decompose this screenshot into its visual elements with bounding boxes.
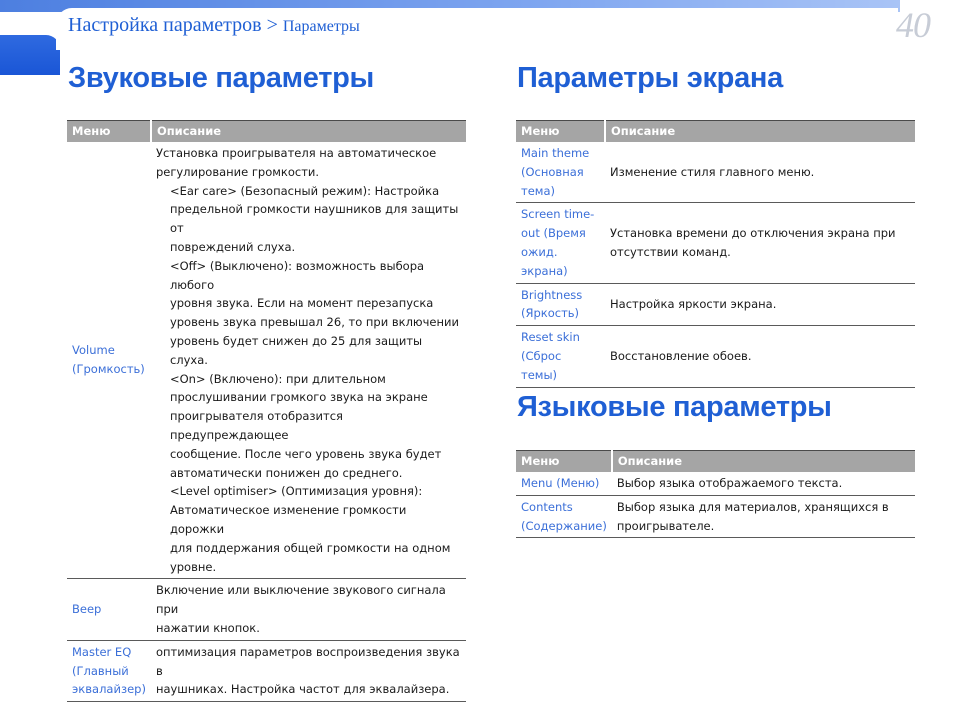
menu-item-master-eq[interactable]: Master EQ (Главный эквалайзер) [67,640,151,702]
description-menu-language: Выбор языка отображаемого текста. [611,472,915,496]
column-header-menu: Меню [67,120,151,142]
description-master-eq: оптимизация параметров воспроизведения з… [150,640,466,702]
table-row: Master EQ (Главный эквалайзер) оптимизац… [67,640,466,702]
menu-item-menu-language[interactable]: Menu (Меню) [516,472,612,496]
description-volume: Установка проигрывателя на автоматическо… [150,142,466,580]
page-number: 40 [896,5,931,45]
description-contents-language: Выбор языка для материалов, хранящихся в… [611,495,915,539]
column-header-description: Описание [610,450,915,472]
table-row: Volume (Громкость) Установка проигрывате… [67,142,466,580]
breadcrumb-main: Настройка параметров > [68,14,278,36]
menu-item-beep[interactable]: Beep [67,578,151,641]
description-main-theme: Изменение стиля главного меню. [605,142,915,204]
table-row: Brightness (Яркость) Настройка яркости э… [516,283,915,327]
description-reset-skin: Восстановление обоев. [605,325,915,388]
sound-settings-title: Звуковые параметры [68,62,374,94]
column-header-menu: Меню [516,450,612,472]
table-header-row: Меню Описание [516,120,915,142]
table-row: Menu (Меню) Выбор языка отображаемого те… [516,472,915,496]
screen-settings-table: Меню Описание Main theme (Основная тема)… [516,120,915,388]
table-row: Contents (Содержание) Выбор языка для ма… [516,495,915,539]
description-screen-timeout: Установка времени до отключения экрана п… [605,202,915,284]
language-settings-table: Меню Описание Menu (Меню) Выбор языка от… [516,450,915,539]
description-brightness: Настройка яркости экрана. [605,283,915,327]
column-header-description: Описание [149,120,466,142]
screen-settings-title: Параметры экрана [517,62,783,94]
language-settings-title: Языковые параметры [517,391,832,423]
table-header-row: Меню Описание [516,450,915,472]
menu-item-screen-timeout[interactable]: Screen time- out (Время ожид. экрана) [516,202,605,284]
description-beep: Включение или выключение звукового сигна… [150,578,466,641]
column-header-menu: Меню [516,120,605,142]
menu-item-contents-language[interactable]: Contents (Содержание) [516,495,612,539]
menu-item-main-theme[interactable]: Main theme (Основная тема) [516,142,605,204]
breadcrumb: Настройка параметров > Параметры [68,14,360,37]
column-header-description: Описание [604,120,915,142]
table-row: Screen time- out (Время ожид. экрана) Ус… [516,202,915,284]
table-header-row: Меню Описание [67,120,466,142]
header-tab [0,35,60,75]
menu-item-brightness[interactable]: Brightness (Яркость) [516,283,605,327]
table-row: Beep Включение или выключение звукового … [67,578,466,641]
table-row: Main theme (Основная тема) Изменение сти… [516,142,915,204]
menu-item-volume[interactable]: Volume (Громкость) [67,142,151,580]
menu-item-reset-skin[interactable]: Reset skin (Сброс темы) [516,325,605,388]
table-row: Reset skin (Сброс темы) Восстановление о… [516,325,915,388]
breadcrumb-current: Параметры [282,18,360,35]
sound-settings-table: Меню Описание Volume (Громкость) Установ… [67,120,466,702]
